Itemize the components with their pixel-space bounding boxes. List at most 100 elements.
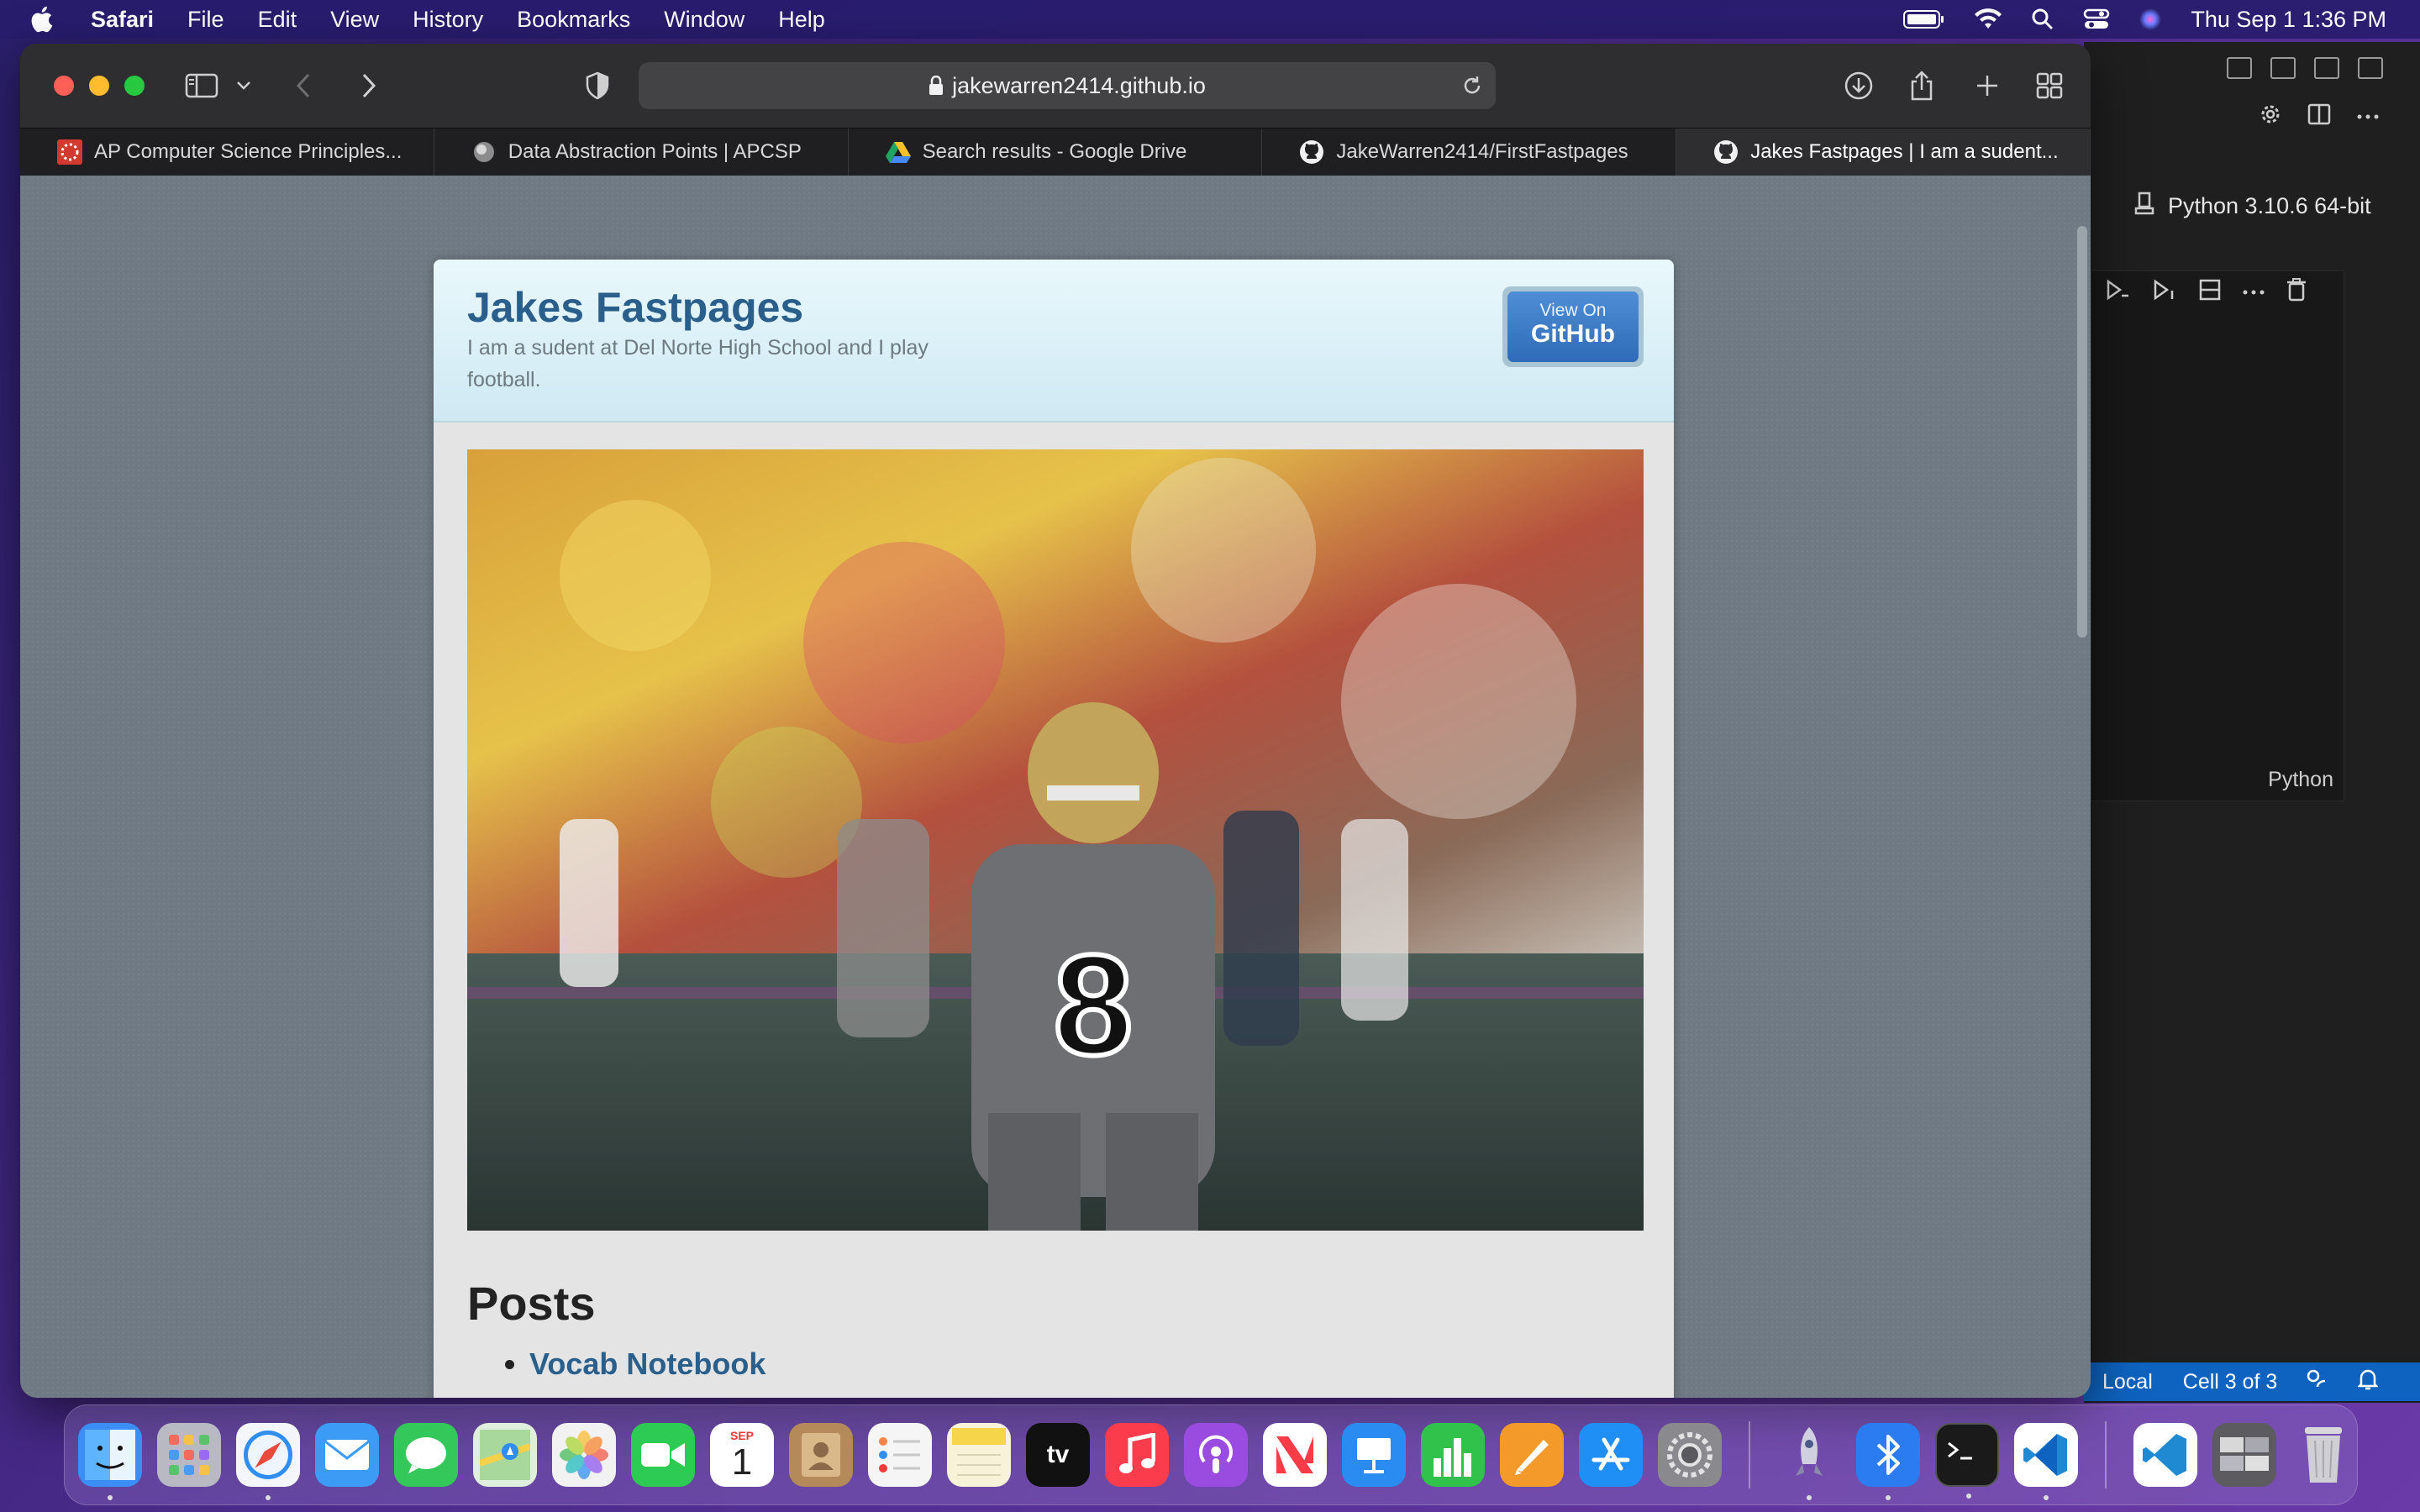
maps-icon[interactable]	[473, 1423, 537, 1487]
customize-layout-icon[interactable]	[2358, 57, 2383, 79]
post-link-vocab-notebook[interactable]: Vocab Notebook	[529, 1347, 765, 1381]
close-window-button[interactable]	[54, 76, 74, 96]
calendar-icon[interactable]: SEP 1	[710, 1423, 774, 1487]
forward-button[interactable]	[360, 66, 378, 106]
music-icon[interactable]	[1105, 1423, 1169, 1487]
numbers-icon[interactable]	[1421, 1423, 1485, 1487]
jersey-number: 8	[1054, 926, 1134, 1085]
menu-help[interactable]: Help	[778, 7, 825, 33]
privacy-shield-icon[interactable]	[585, 66, 610, 106]
menu-window[interactable]: Window	[664, 7, 744, 33]
siri-icon[interactable]	[2139, 8, 2162, 31]
vscode-icon[interactable]	[2014, 1423, 2078, 1500]
more-actions-icon[interactable]	[2356, 109, 2380, 124]
tab-google-drive[interactable]: Search results - Google Drive	[849, 129, 1263, 176]
contacts-icon[interactable]	[789, 1423, 853, 1487]
split-editor-icon[interactable]	[2307, 103, 2331, 129]
delete-cell-icon[interactable]	[2286, 278, 2307, 306]
vscode-downloads-stack-icon[interactable]	[2133, 1423, 2197, 1487]
share-icon[interactable]	[1909, 66, 1934, 106]
mail-icon[interactable]	[315, 1423, 379, 1487]
podcasts-icon[interactable]	[1184, 1423, 1248, 1487]
minimize-window-button[interactable]	[89, 76, 109, 96]
kernel-picker[interactable]: Python 3.10.6 64-bit	[2134, 192, 2371, 221]
running-indicator	[266, 1495, 271, 1500]
menu-file[interactable]: File	[187, 7, 224, 33]
new-tab-plus-icon[interactable]	[1975, 66, 2000, 106]
reload-icon[interactable]	[1460, 74, 1484, 103]
terminal-icon[interactable]	[1935, 1423, 1999, 1499]
cell-language-label[interactable]: Python	[2268, 768, 2333, 792]
rocket-typist-icon[interactable]	[1777, 1423, 1841, 1500]
screenshots-stack-icon[interactable]	[2212, 1423, 2276, 1487]
menu-view[interactable]: View	[330, 7, 379, 33]
app-store-icon[interactable]	[1579, 1423, 1643, 1487]
apple-tv-icon[interactable]: tv	[1026, 1423, 1090, 1487]
bluetooth-icon[interactable]	[1856, 1423, 1920, 1500]
zoom-window-button[interactable]	[124, 76, 145, 96]
running-indicator	[1966, 1494, 1971, 1499]
finder-icon[interactable]	[78, 1423, 142, 1500]
tab-label: Data Abstraction Points | APCSP	[508, 140, 802, 163]
status-cell-position[interactable]: Cell 3 of 3	[2183, 1370, 2278, 1394]
tab-overview-icon[interactable]	[2035, 66, 2064, 106]
site-title[interactable]: Jakes Fastpages	[467, 283, 803, 332]
notebook-cell[interactable]: Python	[2091, 270, 2344, 801]
system-preferences-icon[interactable]	[1658, 1423, 1722, 1487]
notes-icon[interactable]	[947, 1423, 1011, 1487]
trash-icon[interactable]	[2291, 1423, 2355, 1487]
apple-logo-icon[interactable]	[29, 4, 57, 34]
address-bar[interactable]: jakewarren2414.github.io	[639, 62, 1496, 109]
tab-ap-csp[interactable]: AP Computer Science Principles...	[20, 129, 434, 176]
pages-icon[interactable]	[1500, 1423, 1564, 1487]
news-icon[interactable]	[1263, 1423, 1327, 1487]
photos-icon[interactable]	[552, 1423, 616, 1487]
control-center-icon[interactable]	[2083, 8, 2110, 31]
tab-data-abstraction[interactable]: Data Abstraction Points | APCSP	[434, 129, 849, 176]
battery-icon[interactable]	[1903, 9, 1945, 29]
posts-list: Vocab Notebook	[501, 1347, 765, 1382]
google-drive-icon	[885, 139, 911, 165]
menu-clock[interactable]: Thu Sep 1 1:36 PM	[2191, 7, 2386, 33]
page-scrollbar[interactable]	[2077, 226, 2087, 638]
split-cell-icon[interactable]	[2199, 279, 2221, 305]
tab-label: JakeWarren2414/FirstFastpages	[1336, 140, 1628, 163]
toggle-primary-sidebar-icon[interactable]	[2227, 57, 2252, 79]
chevron-down-icon[interactable]	[235, 66, 252, 106]
toggle-secondary-sidebar-icon[interactable]	[2314, 57, 2339, 79]
cell-more-icon[interactable]	[2243, 285, 2265, 300]
view-on-github-button[interactable]: View On GitHub	[1502, 286, 1644, 367]
back-button[interactable]	[294, 66, 313, 106]
gear-icon[interactable]	[2259, 102, 2282, 130]
running-indicator	[1886, 1495, 1891, 1500]
keynote-icon[interactable]	[1342, 1423, 1406, 1487]
notifications-bell-icon[interactable]	[2357, 1368, 2380, 1396]
facetime-icon[interactable]	[631, 1423, 695, 1487]
site-description: I am a sudent at Del Norte High School a…	[467, 336, 929, 391]
github-icon	[1299, 139, 1324, 165]
downloads-icon[interactable]	[1844, 66, 1874, 106]
toggle-panel-icon[interactable]	[2270, 57, 2296, 79]
run-above-icon[interactable]	[2105, 279, 2130, 305]
menu-bookmarks[interactable]: Bookmarks	[517, 7, 630, 33]
globe-icon	[471, 139, 497, 165]
menu-app-safari[interactable]: Safari	[91, 7, 154, 33]
reminders-icon[interactable]	[868, 1423, 932, 1487]
fastpages-site: Jakes Fastpages I am a sudent at Del Nor…	[434, 260, 1674, 1398]
sidebar-toggle-icon[interactable]	[185, 66, 218, 106]
launchpad-icon[interactable]	[157, 1423, 221, 1487]
running-indicator	[1807, 1495, 1812, 1500]
menu-edit[interactable]: Edit	[258, 7, 297, 33]
menu-history[interactable]: History	[413, 7, 483, 33]
messages-icon[interactable]	[394, 1423, 458, 1487]
feedback-icon[interactable]	[2306, 1368, 2328, 1396]
wifi-icon[interactable]	[1974, 8, 2002, 30]
site-header: Jakes Fastpages I am a sudent at Del Nor…	[434, 260, 1674, 423]
spotlight-search-icon[interactable]	[2031, 8, 2054, 31]
tab-jakes-fastpages[interactable]: Jakes Fastpages | I am a sudent...	[1676, 129, 2091, 176]
safari-compass-icon[interactable]	[236, 1423, 300, 1500]
dock: SEP 1 tv	[64, 1404, 2358, 1505]
run-below-icon[interactable]	[2152, 279, 2177, 305]
tab-github-repo[interactable]: JakeWarren2414/FirstFastpages	[1262, 129, 1677, 176]
status-local[interactable]: Local	[2102, 1370, 2153, 1394]
